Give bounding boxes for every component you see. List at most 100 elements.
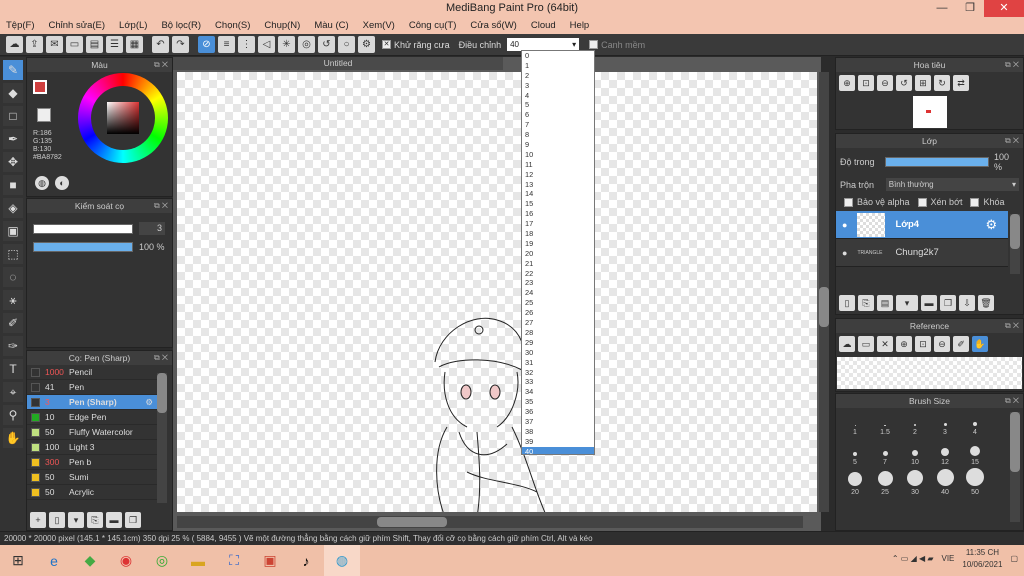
rotate-left-icon[interactable]: ↺: [896, 75, 912, 91]
fit-icon[interactable]: ⊞: [915, 75, 931, 91]
palette-icon[interactable]: ◍: [35, 176, 49, 190]
minimize-button[interactable]: —: [928, 0, 956, 17]
brush-size-cell[interactable]: 4: [960, 408, 990, 438]
clipping-checkbox[interactable]: [917, 197, 927, 207]
popout-icon[interactable]: ⧉ ✕: [1005, 394, 1019, 408]
hand-icon[interactable]: ✋: [972, 336, 988, 352]
brush-add-icon[interactable]: +: [30, 512, 46, 528]
zoom-fit-icon[interactable]: ⊡: [915, 336, 931, 352]
menu-tools[interactable]: Công cụ(T): [409, 20, 457, 31]
snap-circle-icon[interactable]: ◎: [298, 36, 315, 53]
dropdown-option[interactable]: 6: [522, 110, 594, 120]
dropdown-option[interactable]: 1: [522, 61, 594, 71]
chrome-icon[interactable]: ◉: [108, 545, 144, 576]
brush-tool-icon[interactable]: ✎: [3, 60, 23, 80]
network-icon[interactable]: ⛶: [216, 545, 252, 576]
tray-icons[interactable]: ⌃ ▭ ◢ ◀ ▰: [892, 553, 934, 565]
brush-size-cell[interactable]: 40: [930, 468, 960, 498]
canvas-tab[interactable]: Untitled: [173, 57, 503, 70]
select-pen-icon[interactable]: ✐: [3, 313, 23, 333]
brush-item[interactable]: 100 Light 3: [27, 440, 157, 455]
dropdown-option[interactable]: 29: [522, 338, 594, 348]
brush-size-cell[interactable]: 1.5: [870, 408, 900, 438]
dropdown-option[interactable]: 16: [522, 209, 594, 219]
brush-dup-icon[interactable]: ❐: [125, 512, 141, 528]
brush-item[interactable]: 300 Pen b: [27, 455, 157, 470]
new-layer-2-icon[interactable]: ⎘: [858, 295, 874, 311]
foreground-swatch[interactable]: [33, 80, 47, 94]
dropdown-option[interactable]: 30: [522, 348, 594, 358]
eye-icon[interactable]: ●: [842, 220, 847, 230]
brush-new-icon[interactable]: ▯: [49, 512, 65, 528]
text-tool-icon[interactable]: T: [3, 359, 23, 379]
dropdown-option[interactable]: 26: [522, 308, 594, 318]
dropdown-option[interactable]: 15: [522, 199, 594, 209]
maximize-button[interactable]: ❐: [956, 0, 984, 17]
comment-icon[interactable]: ✉: [46, 36, 63, 53]
brush-folder-icon[interactable]: ▬: [106, 512, 122, 528]
brush-item[interactable]: 50 Fluffy Watercolor: [27, 425, 157, 440]
brush-size-cell[interactable]: 7: [870, 438, 900, 468]
gear-icon[interactable]: ⚙: [358, 36, 375, 53]
export-icon[interactable]: ⇪: [26, 36, 43, 53]
dropdown-option[interactable]: 27: [522, 318, 594, 328]
new-layer-icon[interactable]: ▯: [839, 295, 855, 311]
brush-item[interactable]: 50 Sumi: [27, 470, 157, 485]
language-indicator[interactable]: VIE: [941, 553, 954, 565]
folder-open-icon[interactable]: ▭: [858, 336, 874, 352]
dropdown-option[interactable]: 8: [522, 130, 594, 140]
popout-icon[interactable]: ⧉ ✕: [1005, 134, 1019, 148]
menu-help[interactable]: Help: [570, 20, 590, 31]
dropdown-option[interactable]: 34: [522, 387, 594, 397]
brush-size-cell[interactable]: 12: [930, 438, 960, 468]
gear-icon[interactable]: ⚙: [145, 397, 153, 408]
dropdown-option[interactable]: 25: [522, 298, 594, 308]
windows-start-icon[interactable]: ⊞: [0, 545, 36, 576]
duplicate-icon[interactable]: ❐: [940, 295, 956, 311]
dropdown-option[interactable]: 3: [522, 81, 594, 91]
horizontal-scrollbar[interactable]: [177, 516, 803, 528]
grid-icon[interactable]: ▦: [126, 36, 143, 53]
menu-color[interactable]: Màu (C): [314, 20, 348, 31]
dropdown-option[interactable]: 35: [522, 397, 594, 407]
close-ref-icon[interactable]: ✕: [877, 336, 893, 352]
layer-opacity-slider[interactable]: [885, 157, 989, 167]
popout-icon[interactable]: ⧉ ✕: [154, 58, 168, 72]
brush-size-cell[interactable]: 2: [900, 408, 930, 438]
dropdown-option[interactable]: 14: [522, 189, 594, 199]
navigator-preview[interactable]: [912, 96, 947, 128]
protect-alpha-checkbox[interactable]: [844, 197, 853, 207]
rect-tool-icon[interactable]: □: [3, 106, 23, 126]
menu-view[interactable]: Xem(V): [363, 20, 395, 31]
bucket-tool-icon[interactable]: ◈: [3, 198, 23, 218]
snap-perspective-icon[interactable]: ◁: [258, 36, 275, 53]
brush-size-cell[interactable]: 20: [840, 468, 870, 498]
layer-row[interactable]: ● TRIANGLE Chung2k7: [836, 239, 1008, 267]
brush-size-cell[interactable]: 25: [870, 468, 900, 498]
dropdown-option[interactable]: 7: [522, 120, 594, 130]
eraser-tool-icon[interactable]: ◆: [3, 83, 23, 103]
brush-opacity-slider[interactable]: [33, 242, 133, 252]
select-eraser-icon[interactable]: ✑: [3, 336, 23, 356]
menu-filter[interactable]: Bộ lọc(R): [161, 20, 201, 31]
zoom-in-icon[interactable]: ⊕: [839, 75, 855, 91]
dropdown-option[interactable]: 20: [522, 249, 594, 259]
powerpoint-icon[interactable]: ▣: [252, 545, 288, 576]
dropdown-option[interactable]: 17: [522, 219, 594, 229]
snap-grid-icon[interactable]: ⋮: [238, 36, 255, 53]
trash-icon[interactable]: 🗑: [978, 295, 994, 311]
brush-item[interactable]: 50 Acrylic: [27, 485, 157, 500]
folder-icon[interactable]: ▬: [180, 545, 216, 576]
rotate-right-icon[interactable]: ↻: [934, 75, 950, 91]
eye-icon[interactable]: ●: [842, 248, 847, 258]
layer-menu-icon[interactable]: ▾: [896, 295, 918, 311]
brush-item[interactable]: 1000 Pencil: [27, 365, 157, 380]
adjust-dropdown-list[interactable]: 0 1 2 3 4 5 6 7 8 9 10 11 12 13 14 15 16 17 18 19 20 21 22 23 24…: [521, 50, 595, 455]
dropdown-option[interactable]: 37: [522, 417, 594, 427]
menu-select[interactable]: Chọn(S): [215, 20, 250, 31]
menu-edit[interactable]: Chỉnh sửa(E): [49, 20, 106, 31]
flip-icon[interactable]: ⇄: [953, 75, 969, 91]
color-wheel[interactable]: [78, 73, 168, 163]
brush-size-cell[interactable]: 10: [900, 438, 930, 468]
gradient-tool-icon[interactable]: ▣: [3, 221, 23, 241]
